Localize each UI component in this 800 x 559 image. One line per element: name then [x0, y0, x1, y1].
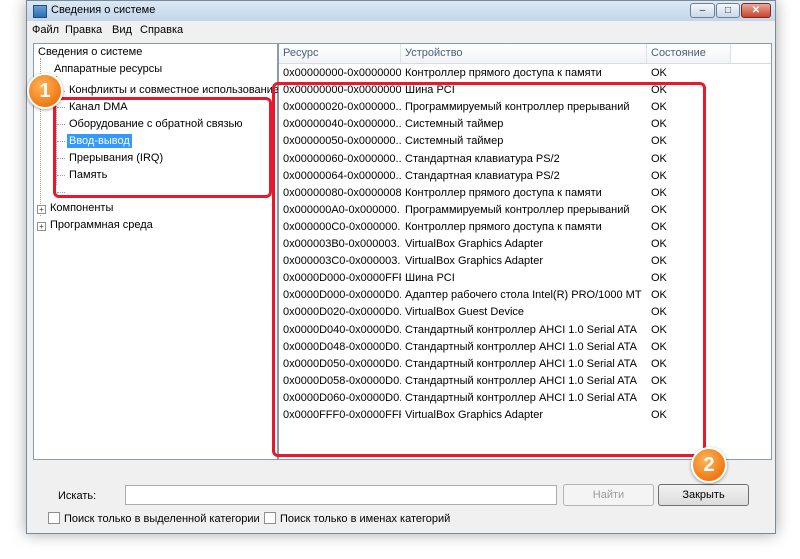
menu-view[interactable]: Вид	[112, 24, 132, 36]
tree-item-hardware[interactable]: Аппаратные ресурсы	[52, 62, 164, 76]
tree-item-conflicts[interactable]: Конфликты и совместное использование	[67, 83, 281, 97]
search-label: Искать:	[58, 490, 97, 502]
menu-help[interactable]: Справка	[140, 24, 183, 36]
close-icon: ✕	[751, 5, 761, 16]
close-window-button[interactable]: ✕	[741, 3, 771, 18]
menu-bar: Файл Правка Вид Справка	[27, 22, 775, 40]
highlight-frame-tree	[53, 97, 272, 198]
maximize-icon: □	[724, 5, 732, 16]
expand-plus-icon[interactable]: +	[37, 222, 46, 231]
device-cell: Контроллер прямого доступа к памяти	[405, 67, 602, 79]
annotation-badge-1: 1	[27, 73, 63, 109]
tree-item-components[interactable]: Компоненты	[48, 201, 115, 215]
find-button[interactable]: Найти	[563, 484, 654, 506]
column-header-resource[interactable]: Ресурс	[279, 44, 401, 63]
checkbox[interactable]	[48, 512, 60, 524]
tree-item-software[interactable]: Программная среда	[48, 218, 155, 232]
state-cell: OK	[651, 67, 667, 79]
menu-edit[interactable]: Правка	[65, 24, 102, 36]
checkbox[interactable]	[264, 512, 276, 524]
title-bar[interactable]: Сведения о системе – □ ✕	[27, 1, 775, 21]
tree-item-root[interactable]: Сведения о системе	[36, 45, 144, 59]
table-header: Ресурс Устройство Состояние	[279, 44, 771, 64]
maximize-button[interactable]: □	[716, 3, 740, 18]
menu-file[interactable]: Файл	[32, 24, 59, 36]
column-header-device[interactable]: Устройство	[401, 44, 647, 63]
window-title: Сведения о системе	[51, 4, 156, 16]
resource-cell: 0x00000000-0x0000000F	[283, 67, 401, 79]
minimize-icon: –	[699, 5, 706, 16]
minimize-button[interactable]: –	[690, 3, 715, 18]
table-row[interactable]: 0x00000000-0x0000000F Контроллер прямого …	[279, 65, 769, 82]
close-button[interactable]: Закрыть	[658, 484, 749, 506]
search-selected-category-option[interactable]: Поиск только в выделенной категории	[48, 512, 260, 525]
search-category-names-option[interactable]: Поиск только в именах категорий	[264, 512, 450, 525]
checkbox-label: Поиск только в выделенной категории	[64, 513, 260, 525]
checkbox-label: Поиск только в именах категорий	[280, 513, 451, 525]
system-info-app-icon	[33, 5, 47, 18]
highlight-frame-table	[272, 82, 706, 457]
expand-plus-icon[interactable]: +	[37, 205, 46, 214]
column-header-state[interactable]: Состояние	[647, 44, 731, 63]
search-input[interactable]	[125, 485, 557, 505]
annotation-badge-2: 2	[691, 447, 727, 483]
